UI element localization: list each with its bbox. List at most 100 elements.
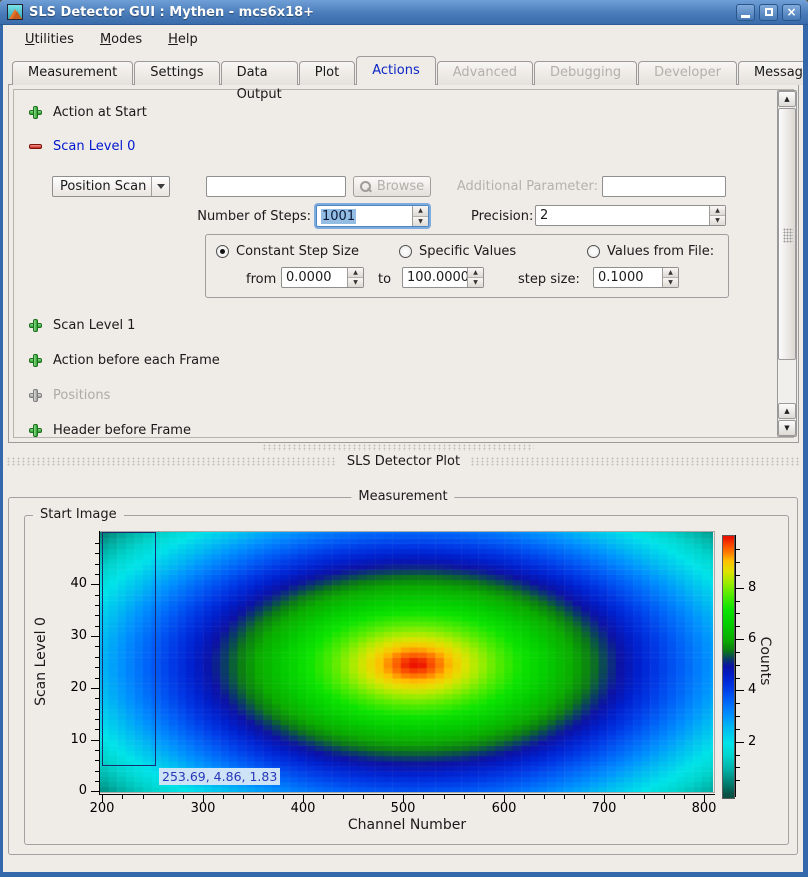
spin-down-icon[interactable]: ▼ <box>663 278 678 287</box>
spin-down-icon[interactable]: ▼ <box>710 216 725 225</box>
window-border-left <box>0 25 3 877</box>
y-minor-tick <box>95 595 100 596</box>
tab-settings[interactable]: Settings <box>134 61 219 85</box>
scroll-up-icon: ▲ <box>784 407 789 415</box>
menu-modes[interactable]: Modes <box>87 28 155 51</box>
y-minor-tick <box>95 657 100 658</box>
radio-values-from-file[interactable]: Values from File: <box>587 243 714 259</box>
spin-up-icon[interactable]: ▲ <box>663 268 678 278</box>
step-size-spinbox[interactable]: 0.1000 ▲▼ <box>593 267 679 288</box>
radio-constant-step-size[interactable]: Constant Step Size <box>216 243 359 259</box>
radio-checked-icon <box>216 245 229 258</box>
minimize-button[interactable] <box>736 4 755 21</box>
plus-icon-disabled <box>29 389 42 402</box>
tab-actions[interactable]: Actions <box>356 56 436 85</box>
number-of-steps-label: Number of Steps: <box>191 209 311 225</box>
action-row-scan-level-0[interactable]: Scan Level 0 <box>29 138 135 154</box>
browse-button[interactable]: Browse <box>353 176 431 197</box>
tab-messages[interactable]: Messages <box>738 61 808 85</box>
colorbar-major-tick <box>736 639 744 640</box>
heatmap-canvas[interactable] <box>100 532 713 792</box>
radio-label: Constant Step Size <box>236 244 359 259</box>
additional-parameter-input[interactable] <box>602 176 726 197</box>
spin-up-icon[interactable]: ▲ <box>348 268 363 278</box>
action-row-positions[interactable]: Positions <box>29 387 110 403</box>
title-bar[interactable]: SLS Detector GUI : Mythen - mcs6x18+ × <box>0 0 808 25</box>
spin-up-icon[interactable]: ▲ <box>710 206 725 216</box>
number-of-steps-value: 1001 <box>321 209 356 224</box>
y-minor-tick <box>95 709 100 710</box>
spin-down-icon[interactable]: ▼ <box>348 278 363 287</box>
precision-spinbox[interactable]: 2 ▲▼ <box>535 205 726 226</box>
x-tick-label: 400 <box>278 801 328 816</box>
zoom-selection-rect[interactable] <box>102 532 156 766</box>
scan-script-input[interactable] <box>206 176 346 197</box>
colorbar-minor-tick <box>736 652 740 653</box>
colorbar-minor-tick <box>736 562 740 563</box>
menu-utilities[interactable]: Utilities <box>12 28 87 51</box>
splitter-handle[interactable] <box>262 444 534 451</box>
colorbar-minor-tick <box>736 575 740 576</box>
window-border-right <box>803 25 808 877</box>
y-minor-tick <box>95 729 100 730</box>
y-tick-label: 20 <box>56 680 87 695</box>
spin-down-icon[interactable]: ▼ <box>413 217 428 227</box>
colorbar-minor-tick <box>736 601 740 602</box>
spin-buttons[interactable]: ▲▼ <box>412 206 428 226</box>
maximize-button[interactable] <box>759 4 778 21</box>
scrollbar-thumb[interactable] <box>778 108 796 360</box>
app-window: SLS Detector GUI : Mythen - mcs6x18+ × U… <box>0 0 808 877</box>
tab-data-output[interactable]: Data Output <box>221 61 298 85</box>
y-minor-tick <box>95 605 100 606</box>
scan-mode-select[interactable]: Position Scan <box>52 176 170 197</box>
x-minor-tick <box>183 795 184 799</box>
close-button[interactable]: × <box>782 4 801 21</box>
spin-buttons[interactable]: ▲▼ <box>662 268 678 287</box>
action-row-header-before-frame[interactable]: Header before Frame <box>29 422 191 438</box>
spin-buttons[interactable]: ▲▼ <box>347 268 363 287</box>
number-of-steps-spinbox[interactable]: 1001 ▲▼ <box>316 205 429 227</box>
colorbar-major-tick <box>736 742 744 743</box>
colorbar-major-tick <box>736 588 744 589</box>
scroll-up-button-2[interactable]: ▲ <box>778 403 796 419</box>
colorbar-minor-tick <box>736 755 740 756</box>
action-row-action-before-each-frame[interactable]: Action before each Frame <box>29 352 220 368</box>
plot-dock-titlebar[interactable]: SLS Detector Plot <box>6 452 801 470</box>
scroll-up-button[interactable]: ▲ <box>778 91 796 107</box>
x-minor-tick <box>544 795 545 799</box>
browse-button-label: Browse <box>377 179 424 194</box>
dock-texture <box>470 457 801 466</box>
x-tick-label: 200 <box>77 801 127 816</box>
menu-help[interactable]: Help <box>155 28 211 51</box>
spin-up-icon[interactable]: ▲ <box>413 206 428 217</box>
y-minor-tick <box>95 564 100 565</box>
from-spinbox[interactable]: 0.0000 ▲▼ <box>281 267 364 288</box>
step-size-label: step size: <box>518 272 580 288</box>
y-major-tick <box>91 740 100 741</box>
spin-up-icon[interactable]: ▲ <box>468 268 483 278</box>
radio-specific-values[interactable]: Specific Values <box>399 243 516 259</box>
y-minor-tick <box>95 574 100 575</box>
window-title: SLS Detector GUI : Mythen - mcs6x18+ <box>29 5 736 20</box>
vertical-scrollbar[interactable]: ▲ ▲ ▼ <box>777 90 797 437</box>
tab-plot[interactable]: Plot <box>299 61 356 85</box>
combo-dropdown-button[interactable] <box>151 177 169 196</box>
action-row-label: Scan Level 0 <box>53 139 135 154</box>
action-row-action-at-start[interactable]: Action at Start <box>29 104 147 120</box>
colorbar-minor-tick <box>736 549 740 550</box>
action-row-scan-level-1[interactable]: Scan Level 1 <box>29 317 135 333</box>
x-axis-title: Channel Number <box>306 817 508 833</box>
plus-icon <box>29 106 42 119</box>
tab-measurement[interactable]: Measurement <box>12 61 133 85</box>
colorbar-minor-tick <box>736 665 740 666</box>
spin-down-icon[interactable]: ▼ <box>468 278 483 287</box>
spin-buttons[interactable]: ▲▼ <box>467 268 483 287</box>
to-spinbox[interactable]: 100.0000 ▲▼ <box>402 267 484 288</box>
to-value: 100.0000 <box>403 268 467 287</box>
scroll-down-button[interactable]: ▼ <box>778 420 796 436</box>
spin-buttons[interactable]: ▲▼ <box>709 206 725 225</box>
colorbar-minor-tick <box>736 767 740 768</box>
plot-cursor-tooltip: 253.69, 4.86, 1.83 <box>159 768 280 785</box>
y-minor-tick <box>95 615 100 616</box>
scroll-down-icon: ▼ <box>784 424 789 432</box>
